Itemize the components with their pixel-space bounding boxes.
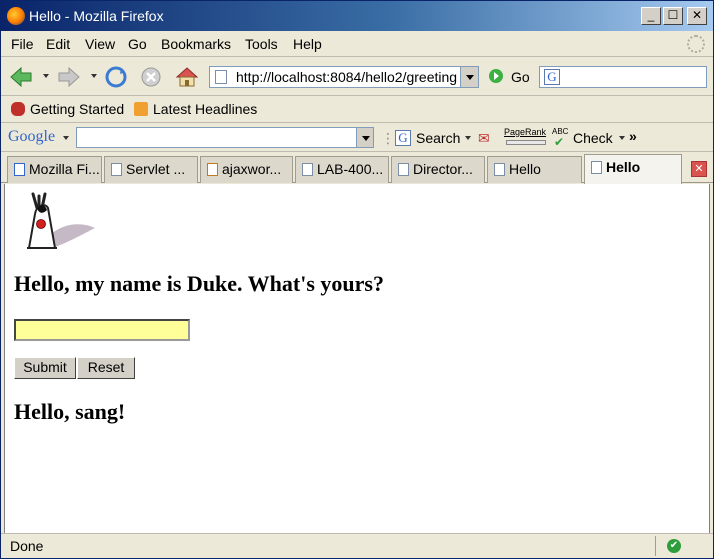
- reply-heading: Hello, sang!: [14, 399, 126, 424]
- people-favicon-icon: [207, 163, 218, 176]
- navigation-toolbar: http://localhost:8084/hello2/greeting Go…: [1, 58, 713, 96]
- google-search-button[interactable]: Search: [416, 130, 460, 146]
- menu-tools[interactable]: Tools: [245, 36, 278, 52]
- close-button[interactable]: ✕: [687, 7, 707, 25]
- tab-label: Servlet ...: [126, 161, 186, 177]
- pagerank-bar[interactable]: [506, 140, 546, 145]
- minimize-button[interactable]: _: [641, 7, 661, 25]
- address-bar[interactable]: http://localhost:8084/hello2/greeting: [209, 66, 479, 88]
- rss-feed-icon: [134, 102, 148, 116]
- menu-help[interactable]: Help: [293, 36, 322, 52]
- tab-lab-400[interactable]: LAB-400...: [295, 156, 389, 183]
- bookmark-label: Getting Started: [30, 101, 125, 117]
- menu-view[interactable]: View: [85, 36, 115, 52]
- check-options-chevron-down-icon[interactable]: [619, 136, 625, 140]
- address-history-chevron-down-icon[interactable]: [460, 67, 478, 87]
- tab-label: Hello: [606, 159, 641, 175]
- google-search-input[interactable]: [76, 127, 374, 148]
- browser-window: Hello - Mozilla Firefox _ ☐ ✕ File Edit …: [0, 0, 714, 559]
- address-input[interactable]: http://localhost:8084/hello2/greeting: [236, 69, 458, 85]
- search-options-chevron-down-icon[interactable]: [465, 136, 471, 140]
- maximize-button[interactable]: ☐: [663, 7, 683, 25]
- back-arrow-icon[interactable]: [9, 66, 33, 88]
- toolbar-grip-icon: ⋮: [381, 130, 395, 146]
- search-box[interactable]: G: [539, 66, 707, 88]
- menu-bookmarks[interactable]: Bookmarks: [161, 36, 231, 52]
- throbber-icon: [687, 35, 705, 53]
- menu-go[interactable]: Go: [128, 36, 147, 52]
- back-history-chevron-down-icon[interactable]: [43, 74, 49, 78]
- tab-bar: Mozilla Fi... Servlet ... ajaxwor... LAB…: [1, 153, 713, 184]
- menu-bar: File Edit View Go Bookmarks Tools Help: [1, 31, 713, 57]
- status-text: Done: [10, 538, 44, 554]
- red-star-icon: [11, 102, 25, 116]
- spellcheck-button[interactable]: Check: [573, 130, 613, 146]
- menu-file[interactable]: File: [11, 36, 34, 52]
- google-favicon-icon: [14, 163, 25, 176]
- duke-mascot-image: [27, 192, 95, 249]
- page-favicon-icon: [111, 163, 122, 176]
- more-tools-chevron-icon[interactable]: »: [629, 128, 637, 144]
- bookmark-label: Latest Headlines: [153, 101, 258, 117]
- page-favicon-icon: [591, 161, 602, 174]
- check-mark-icon: ✔: [554, 135, 565, 149]
- tab-label: Hello: [509, 161, 541, 177]
- bookmark-latest-headlines[interactable]: Latest Headlines: [134, 101, 257, 117]
- tab-hello-active[interactable]: Hello: [584, 154, 682, 184]
- tab-label: ajaxwor...: [222, 161, 282, 177]
- google-logo-text: Google: [8, 128, 56, 145]
- tab-label: LAB-400...: [317, 161, 384, 177]
- page-favicon-icon: [494, 163, 505, 176]
- home-icon[interactable]: [175, 66, 199, 88]
- tab-directory[interactable]: Director...: [391, 156, 485, 183]
- pagerank-label: PageRank: [504, 127, 547, 137]
- status-divider: [655, 536, 656, 556]
- forward-arrow-icon[interactable]: [57, 66, 81, 88]
- forward-history-chevron-down-icon[interactable]: [91, 74, 97, 78]
- tab-ajaxworld[interactable]: ajaxwor...: [200, 156, 293, 183]
- page-content: Hello, my name is Duke. What's yours? Su…: [4, 184, 710, 533]
- google-engine-icon[interactable]: G: [544, 69, 560, 85]
- tab-label: Director...: [413, 161, 473, 177]
- google-toolbar: Google ⋮ G Search ✉ PageRank ABC ✔ Check…: [1, 124, 713, 152]
- status-ok-icon[interactable]: ✔: [667, 539, 681, 553]
- go-arrow-icon[interactable]: [489, 69, 503, 83]
- greeting-heading: Hello, my name is Duke. What's yours?: [14, 271, 384, 296]
- tab-mozilla-firefox[interactable]: Mozilla Fi...: [7, 156, 102, 183]
- name-input[interactable]: [14, 319, 190, 341]
- window-title: Hello - Mozilla Firefox: [29, 8, 164, 24]
- submit-button[interactable]: Submit: [14, 357, 76, 379]
- document-favicon-icon: [302, 163, 313, 176]
- google-history-chevron-down-icon[interactable]: [356, 128, 373, 147]
- page-icon: [215, 70, 227, 84]
- tab-servlet[interactable]: Servlet ...: [104, 156, 198, 183]
- tab-hello[interactable]: Hello: [487, 156, 582, 183]
- reload-icon[interactable]: [104, 66, 128, 88]
- google-menu-chevron-down-icon[interactable]: [63, 136, 69, 140]
- page-favicon-icon: [398, 163, 409, 176]
- bookmarks-toolbar: Getting Started Latest Headlines: [1, 97, 713, 123]
- status-bar: Done ✔: [1, 533, 713, 558]
- menu-edit[interactable]: Edit: [46, 36, 70, 52]
- stop-icon[interactable]: [139, 66, 163, 88]
- title-bar[interactable]: Hello - Mozilla Firefox _ ☐ ✕: [1, 1, 713, 31]
- close-tab-icon[interactable]: ✕: [691, 161, 707, 177]
- firefox-logo-icon: [7, 7, 25, 25]
- google-logo[interactable]: Google: [8, 128, 55, 146]
- bookmark-getting-started[interactable]: Getting Started: [11, 101, 124, 117]
- tab-label: Mozilla Fi...: [29, 161, 100, 177]
- reset-button[interactable]: Reset: [77, 357, 135, 379]
- popup-blocker-icon[interactable]: ✉: [478, 130, 490, 147]
- go-button[interactable]: Go: [511, 69, 530, 85]
- google-search-icon[interactable]: G: [395, 130, 411, 146]
